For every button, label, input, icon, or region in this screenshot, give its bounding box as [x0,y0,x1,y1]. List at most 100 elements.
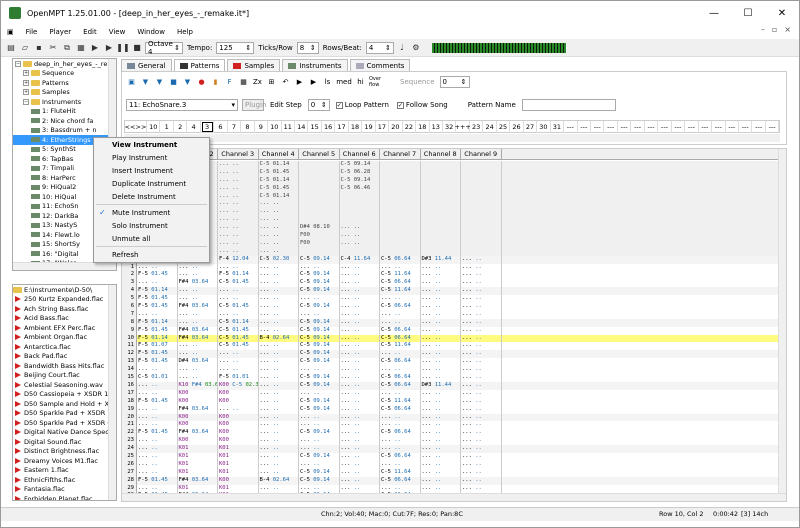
pattern-cell[interactable]: ... .. [178,350,218,359]
pattern-cell[interactable]: ... .. [178,342,218,351]
pattern-cell[interactable]: ... .. [461,326,502,335]
pattern-cell[interactable]: ... .. [340,310,380,319]
pattern-cell[interactable]: C-5 06.46 [340,184,380,193]
metronome-icon[interactable]: ♩ [396,42,408,54]
pattern-cell[interactable] [421,208,461,217]
pattern-cell[interactable] [380,168,421,177]
pattern-cell[interactable]: ... .. [218,350,259,359]
pattern-cell[interactable]: ... .. [218,366,259,375]
pattern-cell[interactable] [380,200,421,209]
file-item[interactable]: Bandwidth Bass Hits.flac [13,361,116,371]
pattern-cell[interactable]: ... .. [340,224,380,233]
order-item[interactable]: 6 [214,121,228,133]
pattern-cell[interactable] [461,161,502,169]
pattern-cell[interactable]: ... .. [218,200,259,209]
pattern-cell[interactable]: ... .. [421,326,461,335]
pattern-cell[interactable]: K00 [218,413,259,422]
pattern-cell[interactable]: F#4 03.64 [178,334,218,343]
pattern-cell[interactable]: ... .. [340,334,380,343]
pattern-cell[interactable]: ... .. [340,295,380,304]
pattern-row[interactable]: 28 F-5 01.45 F#4 03.64 K00 B-4 02.64 C-5 09.1… [122,476,786,485]
play-row-icon[interactable]: ▼ [154,77,165,88]
pattern-cell[interactable]: ... .. [137,468,178,477]
file-item[interactable]: D50 Sample and Hold + X5D [13,399,116,409]
pattern-cell[interactable]: C-5 01.45 [218,326,259,335]
pattern-cell[interactable]: K01 [178,452,218,461]
pattern-cell[interactable]: K01 [218,468,259,477]
pattern-cell[interactable]: F-5 01.14 [218,271,259,280]
order-item[interactable]: 18 [416,121,430,133]
tab-general[interactable]: General [121,59,172,71]
pattern-cell[interactable]: ... .. [259,287,299,296]
pattern-cell[interactable] [299,184,340,193]
pattern-cell[interactable]: ... .. [259,310,299,319]
tree-h-scrollbar[interactable] [13,262,116,270]
tree-item[interactable]: + Sequence [13,69,116,79]
order-item[interactable]: --- [712,121,726,133]
pattern-cell[interactable]: ... .. [380,437,421,446]
order-item[interactable]: --- [726,121,739,133]
pattern-cell[interactable]: ... .. [259,484,299,493]
expand-icon[interactable]: + [23,70,29,77]
record-icon[interactable]: ● [196,77,207,88]
pattern-cell[interactable] [461,208,502,217]
pattern-cell[interactable]: K00 [178,413,218,422]
pattern-cell[interactable] [421,200,461,209]
pattern-cell[interactable]: K01 [218,460,259,469]
pattern-cell[interactable]: C-5 09.14 [299,381,340,390]
pattern-cell[interactable]: ... .. [299,263,340,272]
pattern-cell[interactable]: ... .. [137,263,178,272]
pattern-row[interactable]: 9 F-5 01.45 F#4 03.64 C-5 01.45... .. C-5 09… [122,326,786,335]
pattern-cell[interactable]: ... .. [259,429,299,438]
pattern-cell[interactable]: C-5 09.14 [299,255,340,264]
close-button[interactable]: ✕ [765,1,799,25]
context-menu-item[interactable]: View Instrument [94,138,209,151]
pattern-cell[interactable]: ... .. [421,484,461,493]
pattern-cell[interactable]: ... .. [421,310,461,319]
pattern-cell[interactable]: F-5 01.45 [137,326,178,335]
pattern-cell[interactable]: ... .. [178,318,218,327]
pattern-cell[interactable]: ... .. [421,413,461,422]
pattern-cell[interactable]: C-5 01.14 [259,161,299,169]
channel-header[interactable]: Channel 8 [421,149,461,159]
pattern-cell[interactable] [299,200,340,209]
order-item[interactable]: --- [752,121,766,133]
pattern-cell[interactable]: ... .. [340,318,380,327]
pattern-cell[interactable]: ... .. [137,381,178,390]
pattern-cell[interactable] [340,192,380,201]
pattern-cell[interactable]: ... .. [461,476,502,485]
tree-item[interactable]: 3: Bassdrum + n [13,126,116,136]
pattern-cell[interactable]: ... .. [461,255,502,264]
pattern-cell[interactable]: ... .. [421,405,461,414]
file-item[interactable]: Digital Sound.flac [13,437,116,447]
pattern-row[interactable]: 5 F-5 01.45... ..... ..... ..... ..... ..… [122,295,786,304]
pattern-cell[interactable]: ... .. [299,421,340,430]
pattern-cell[interactable]: C-5 01.45 [259,184,299,193]
order-item[interactable]: 20 [389,121,403,133]
order-item[interactable]: --- [631,121,645,133]
pattern-cell[interactable] [340,216,380,225]
pattern-cell[interactable]: ... .. [178,374,218,382]
pattern-cell[interactable]: C-5 09.14 [299,279,340,288]
octave-select[interactable]: Octave 4 ⇕ [145,40,183,56]
file-item[interactable]: EthnicFifths.flac [13,475,116,485]
save-icon[interactable]: ▪ [33,42,45,54]
pattern-cell[interactable]: ... .. [137,445,178,453]
pattern-row[interactable]: 16... ..K10 F#4 03.64K00 C-5 02.30... ..… [122,381,786,390]
pattern-cell[interactable]: C-5 09.14 [299,429,340,438]
pattern-cell[interactable]: ... .. [299,295,340,304]
maximize-button[interactable]: ☐ [731,1,765,25]
pattern-cell[interactable]: ... .. [259,232,299,240]
pattern-cell[interactable]: C-5 09.14 [299,350,340,359]
pattern-cell[interactable]: ... .. [259,445,299,453]
pattern-cell[interactable]: D#3 11.44 [421,255,461,264]
order-item[interactable]: --- [658,121,672,133]
pattern-row[interactable]: 3... .. F#4 03.64 C-5 01.45... .. C-5 09.14… [122,279,786,288]
pattern-cell[interactable]: ... .. [421,350,461,359]
pattern-cell[interactable]: K01 [218,445,259,453]
pattern-cell[interactable]: ... .. [340,350,380,359]
pattern-cell[interactable]: C-5 09.14 [299,334,340,343]
pattern-cell[interactable]: ... .. [461,381,502,390]
pattern-cell[interactable]: ... .. [137,389,178,398]
tree-item[interactable]: − Instruments [13,97,116,107]
